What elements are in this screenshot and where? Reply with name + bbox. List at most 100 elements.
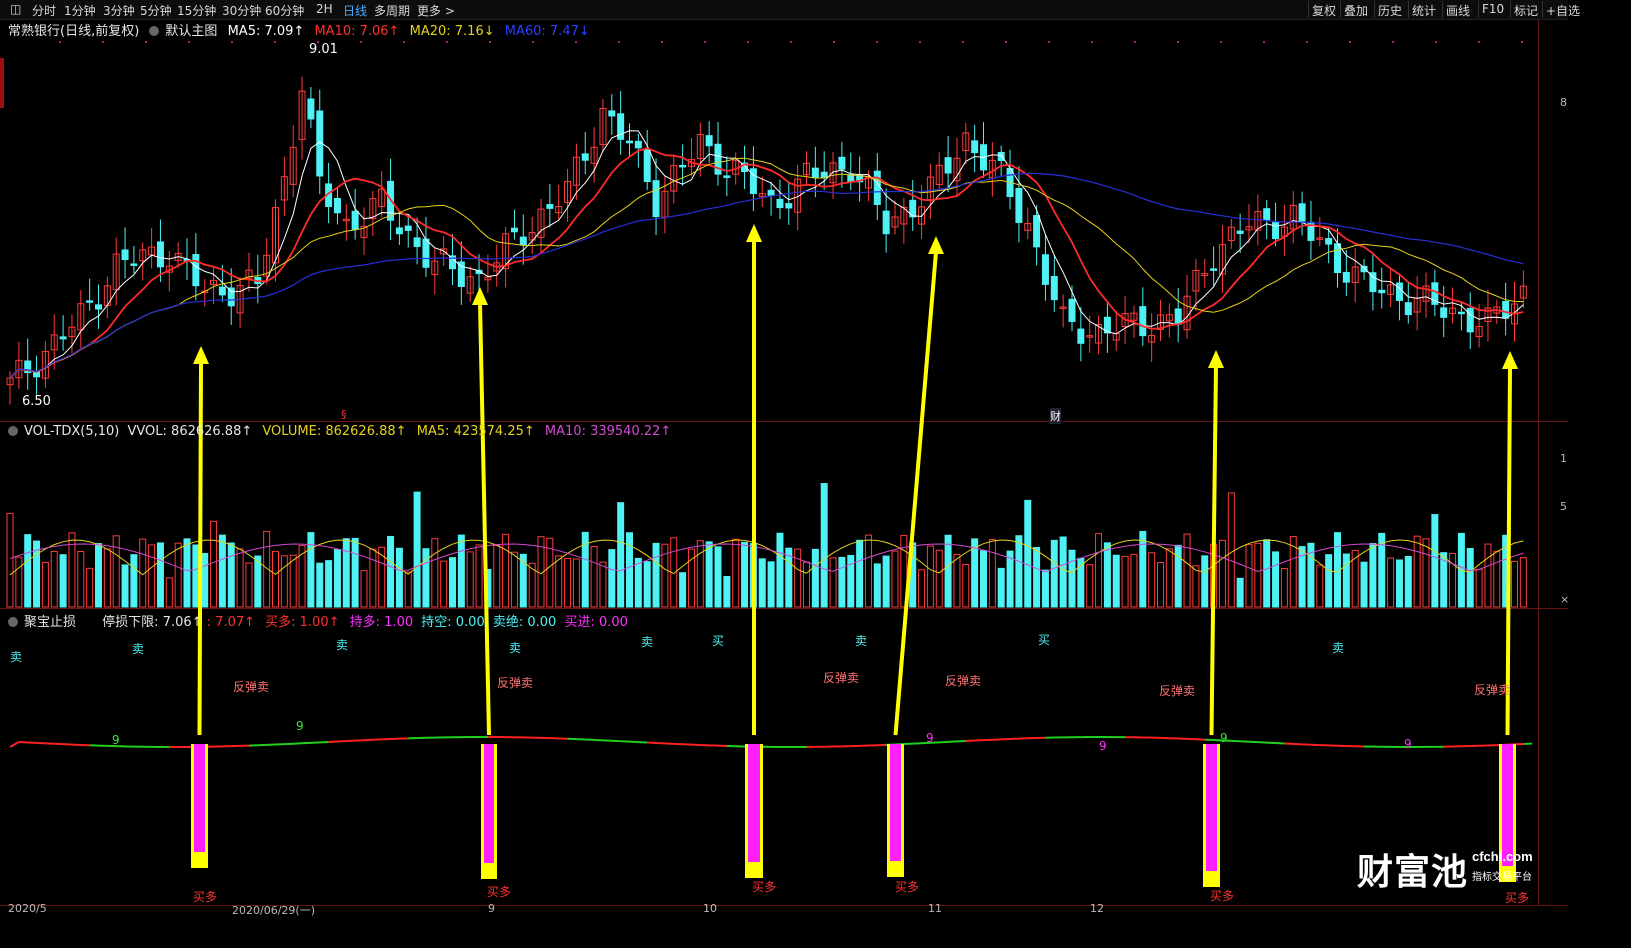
buy-more-bar bbox=[484, 744, 494, 863]
volume-value: VOLUME: 862626.88↑ bbox=[262, 424, 407, 439]
template-name[interactable]: 默认主图 bbox=[165, 24, 217, 39]
volume-bar bbox=[148, 544, 156, 608]
finance-marker[interactable]: 财 bbox=[1050, 408, 1061, 424]
period-tab[interactable]: 5分钟 bbox=[140, 2, 172, 19]
template-settings-icon[interactable] bbox=[149, 26, 160, 36]
toolbar-button[interactable]: 画线 bbox=[1446, 2, 1470, 19]
volume-bar bbox=[1095, 533, 1103, 608]
volume-bar bbox=[201, 552, 209, 608]
volume-bar bbox=[555, 555, 563, 608]
volume-settings-icon[interactable] bbox=[8, 426, 18, 436]
ma20-value: MA20: 7.16↓ bbox=[409, 24, 495, 39]
sell-signal: 卖 bbox=[509, 641, 522, 655]
volume-bar bbox=[1457, 532, 1465, 608]
volume-bar bbox=[15, 556, 23, 608]
price-candle bbox=[1210, 268, 1218, 271]
volume-bar bbox=[298, 544, 306, 608]
toolbar-button[interactable]: 标记 bbox=[1514, 2, 1538, 19]
price-candle bbox=[873, 170, 881, 206]
volume-bar bbox=[210, 520, 218, 608]
toolbar-separator bbox=[1442, 1, 1443, 18]
volume-bar bbox=[280, 555, 288, 608]
indicator-name[interactable]: 聚宝止损 bbox=[24, 615, 76, 630]
price-candle bbox=[1236, 230, 1244, 234]
period-tab[interactable]: 更多 > bbox=[417, 2, 455, 19]
stop-loss-line bbox=[9, 741, 20, 748]
period-tab[interactable]: 2H bbox=[316, 2, 333, 16]
period-tab[interactable]: 1分钟 bbox=[64, 2, 96, 19]
period-tab[interactable]: 分时 bbox=[32, 2, 56, 19]
top-dot-marker bbox=[962, 41, 964, 43]
volume-bar bbox=[1201, 555, 1209, 608]
rebound-sell-signal: 反弹卖 bbox=[497, 676, 534, 690]
period-tab[interactable]: 多周期 bbox=[374, 2, 410, 19]
toolbar-button[interactable]: 历史 bbox=[1378, 2, 1402, 19]
top-dot-marker bbox=[188, 41, 190, 43]
price-candle bbox=[882, 210, 890, 235]
toolbar-button[interactable]: 复权 bbox=[1312, 2, 1336, 19]
price-candle bbox=[95, 304, 102, 310]
volume-bar bbox=[95, 543, 102, 608]
volume-bar bbox=[1165, 548, 1173, 608]
volume-bar bbox=[440, 560, 448, 608]
ma10-line bbox=[9, 147, 1524, 379]
top-dot-marker bbox=[1048, 41, 1050, 43]
price-candle bbox=[776, 198, 784, 209]
period-tab[interactable]: 15分钟 bbox=[177, 2, 216, 19]
price-candle bbox=[847, 174, 855, 183]
period-tab[interactable]: 30分钟 bbox=[222, 2, 261, 19]
buy-more-bar bbox=[1206, 744, 1217, 871]
price-candle bbox=[820, 171, 828, 179]
price-candle bbox=[457, 261, 465, 287]
yellow-arrow-head bbox=[1208, 350, 1224, 368]
volume-bar bbox=[820, 483, 828, 608]
period-tab[interactable]: 3分钟 bbox=[103, 2, 135, 19]
top-dot-marker bbox=[360, 41, 362, 43]
buy-signal: 买 bbox=[1038, 633, 1051, 647]
toolbar-separator bbox=[1340, 1, 1341, 18]
volume-bar bbox=[767, 561, 775, 608]
kline-chart-canvas[interactable] bbox=[0, 0, 1568, 911]
volume-bar bbox=[1351, 549, 1359, 608]
indicator-settings-icon[interactable] bbox=[8, 617, 18, 627]
nine-count-signal: 9 bbox=[1220, 731, 1228, 745]
toolbar-button[interactable]: 统计 bbox=[1412, 2, 1436, 19]
price-candle bbox=[643, 148, 651, 183]
volume-bar bbox=[387, 535, 395, 608]
price-candle bbox=[546, 204, 554, 209]
volume-indicator-name[interactable]: VOL-TDX(5,10) bbox=[24, 424, 119, 439]
volume-bar bbox=[1024, 499, 1032, 608]
top-dot-marker bbox=[274, 41, 276, 43]
volume-bar bbox=[272, 550, 279, 608]
price-candle bbox=[1440, 307, 1448, 318]
yellow-arrow-shaft bbox=[197, 361, 203, 736]
volume-bar bbox=[1254, 542, 1262, 608]
volume-bar bbox=[564, 557, 572, 608]
volume-bar bbox=[785, 547, 793, 608]
volume-bar bbox=[1449, 552, 1457, 608]
watermark-logo: 财富池 bbox=[1357, 851, 1469, 893]
volume-bar bbox=[1192, 565, 1200, 608]
price-candle bbox=[971, 140, 979, 154]
price-candle bbox=[652, 180, 660, 218]
price-candle bbox=[1404, 302, 1412, 316]
toolbar-button[interactable]: 叠加 bbox=[1344, 2, 1368, 19]
rebound-sell-signal: 反弹卖 bbox=[823, 671, 860, 685]
price-low-label: 6.50 bbox=[22, 394, 51, 409]
toolbar-button[interactable]: F10 bbox=[1482, 2, 1504, 16]
volume-bar bbox=[77, 551, 85, 608]
period-tab[interactable]: 60分钟 bbox=[265, 2, 304, 19]
price-candle bbox=[1050, 276, 1058, 301]
volume-bar bbox=[369, 548, 377, 608]
volume-bar bbox=[431, 538, 439, 608]
period-tab[interactable]: 日线 bbox=[343, 2, 367, 19]
volume-bar bbox=[741, 541, 749, 608]
buy-in-value: 买进: 0.00 bbox=[564, 615, 628, 630]
nine-count-signal: 9 bbox=[926, 731, 934, 745]
volume-bar bbox=[803, 561, 810, 608]
event-marker[interactable]: § bbox=[341, 408, 347, 421]
panel-toggle-icon[interactable]: ◫ bbox=[10, 2, 21, 16]
toolbar-button[interactable]: +自选 bbox=[1546, 2, 1580, 19]
top-dot-marker bbox=[1306, 41, 1308, 43]
volume-bar bbox=[679, 572, 687, 608]
